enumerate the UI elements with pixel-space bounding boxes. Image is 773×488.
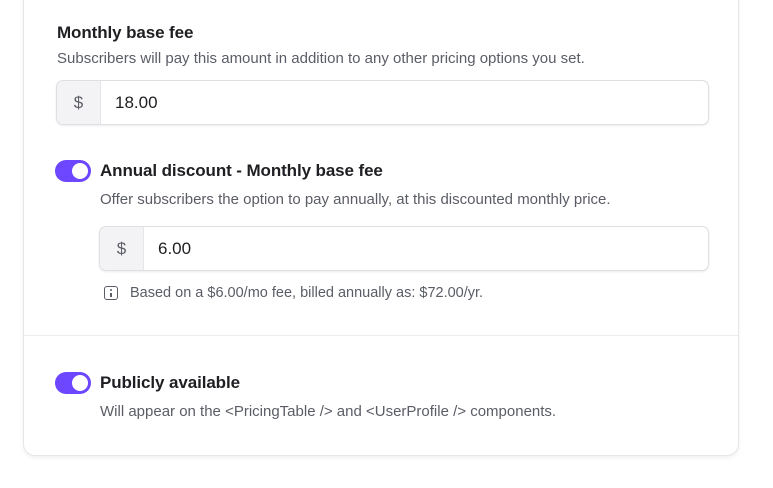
annual-discount-input[interactable]: $ 6.00 [99,226,709,271]
annual-billing-note: Based on a $6.00/mo fee, billed annually… [130,285,484,301]
public-toggle[interactable] [55,372,91,394]
base-fee-value[interactable]: 18.00 [101,81,708,124]
base-fee-title: Monthly base fee [57,23,194,42]
base-fee-description: Subscribers will pay this amount in addi… [57,50,585,67]
info-icon [104,286,118,300]
toggle-knob [72,163,88,179]
section-divider [24,335,738,336]
base-fee-currency-prefix: $ [57,81,101,124]
annual-discount-toggle[interactable] [55,160,91,182]
pricing-settings-card: Monthly base fee Subscribers will pay th… [23,0,739,456]
toggle-knob [72,375,88,391]
annual-discount-value[interactable]: 6.00 [144,227,708,270]
base-fee-input[interactable]: $ 18.00 [56,80,709,125]
public-title: Publicly available [100,373,240,392]
annual-discount-currency-prefix: $ [100,227,144,270]
public-description: Will appear on the <PricingTable /> and … [100,403,557,420]
annual-discount-description: Offer subscribers the option to pay annu… [100,191,611,208]
annual-discount-title: Annual discount - Monthly base fee [100,161,383,180]
